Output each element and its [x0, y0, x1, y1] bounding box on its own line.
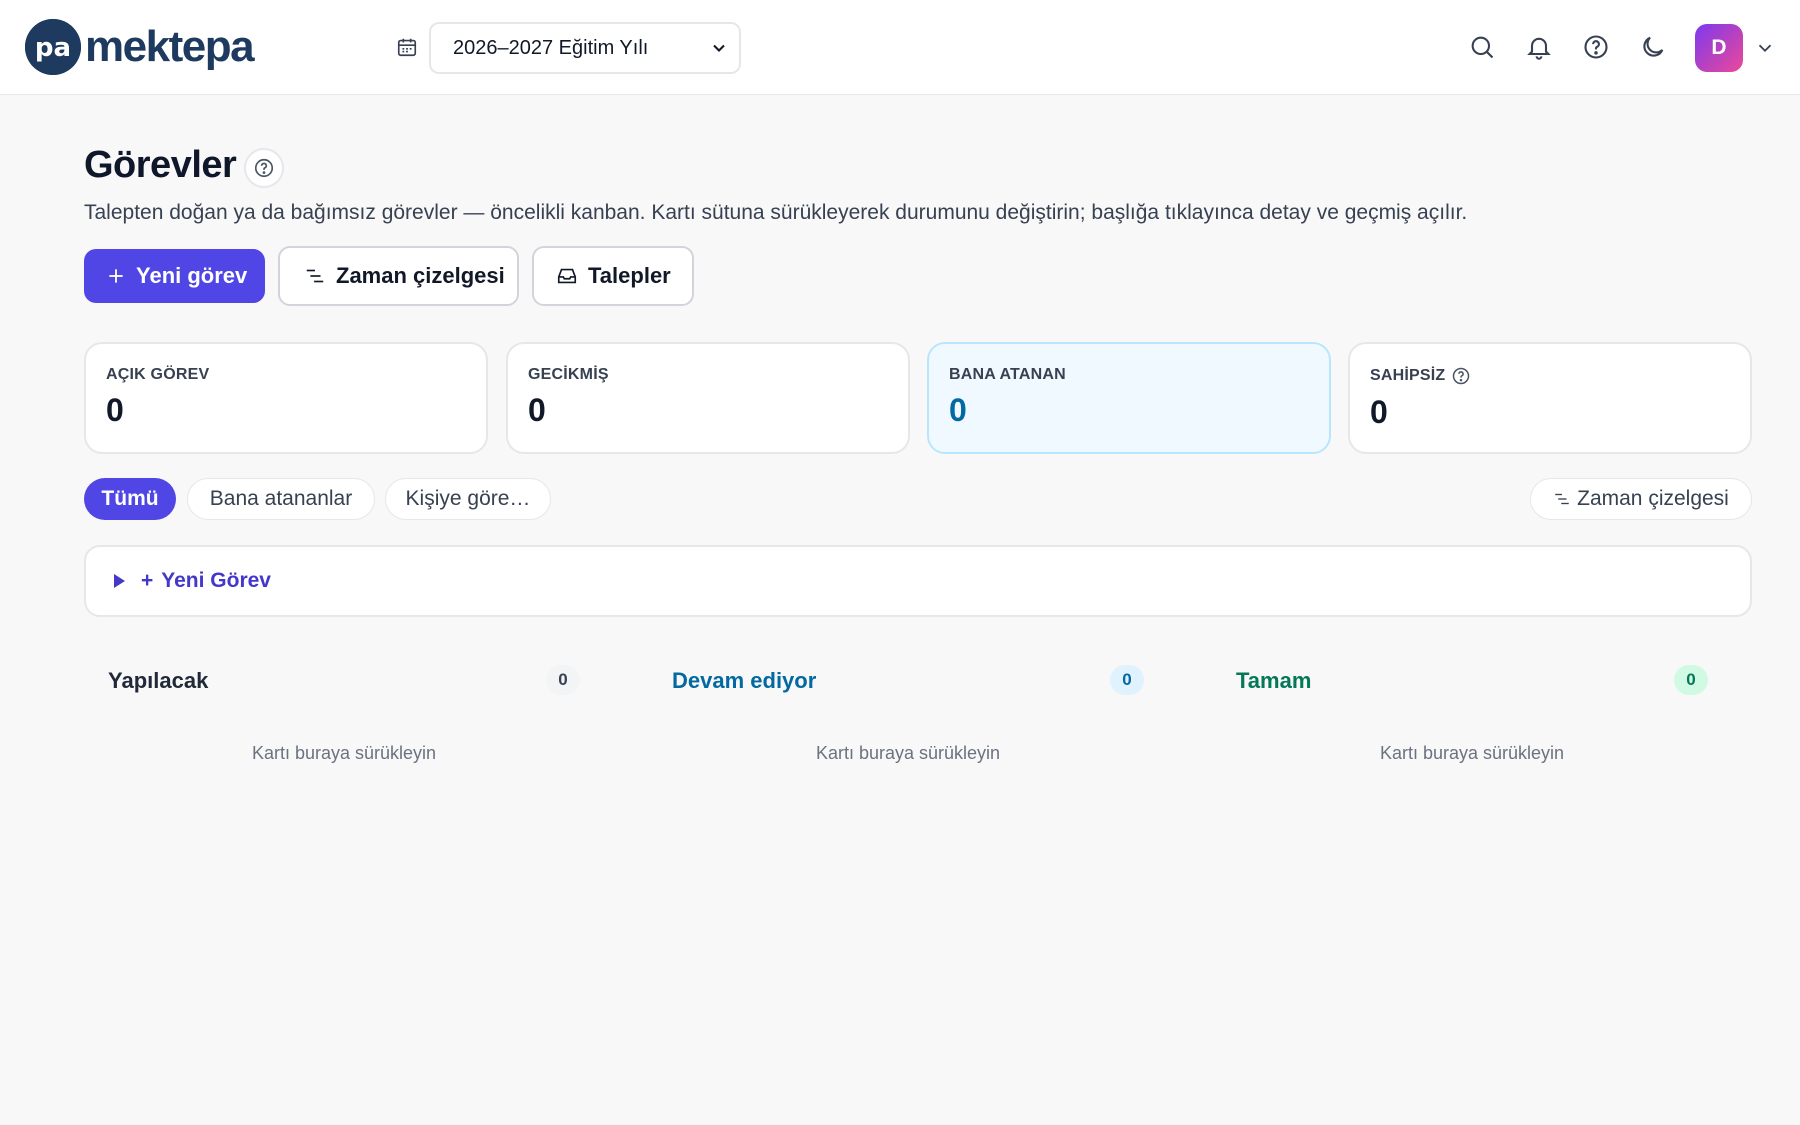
timeline-button[interactable]: Zaman çizelgesi — [278, 246, 519, 306]
brand-name: mektepa — [85, 22, 255, 71]
title-help-button[interactable] — [244, 148, 284, 188]
dark-mode-moon-icon[interactable] — [1639, 33, 1667, 61]
expand-triangle-icon — [114, 574, 125, 588]
logo-mark-icon: pa — [25, 19, 81, 75]
column-drop-hint: Kartı buraya sürükleyin — [251, 743, 437, 763]
column-drop-hint: Kartı buraya sürükleyin — [815, 743, 1001, 763]
plus-icon: + — [141, 569, 154, 592]
search-icon[interactable] — [1468, 33, 1496, 61]
stat-label: BANA ATANAN — [949, 366, 1066, 383]
column-title: Tamam — [1236, 668, 1312, 693]
column-title: Devam ediyor — [672, 668, 817, 693]
column-drop-hint: Kartı buraya sürükleyin — [1379, 743, 1565, 763]
filter-all[interactable]: Tümü — [84, 478, 176, 520]
stat-value: 0 — [1370, 394, 1388, 430]
new-task-label: Yeni görev — [136, 263, 248, 288]
new-task-panel-label: Yeni Görev — [161, 569, 271, 592]
stat-label: AÇIK GÖREV — [106, 366, 210, 383]
column-count-badge: 0 — [546, 665, 580, 695]
timeline-chip[interactable]: Zaman çizelgesi — [1530, 478, 1752, 520]
timeline-label: Zaman çizelgesi — [336, 263, 505, 288]
new-task-button[interactable]: Yeni görev — [84, 249, 265, 303]
top-bar: pa mektepa 2026–2027 Eğitim Yılı D — [0, 0, 1800, 95]
filter-by-person[interactable]: Kişiye göre… — [385, 478, 551, 520]
stat-value: 0 — [949, 392, 967, 428]
column-count-badge: 0 — [1674, 665, 1708, 695]
page-subtitle: Talepten doğan ya da bağımsız görevler —… — [84, 201, 1468, 224]
stat-card-assigned-to-me[interactable]: BANA ATANAN 0 — [927, 342, 1331, 454]
chevron-down-icon[interactable] — [1754, 37, 1776, 59]
stat-value: 0 — [528, 392, 546, 428]
stat-label: GECİKMİŞ — [528, 366, 609, 383]
logo[interactable]: pa mektepa — [25, 19, 255, 75]
stat-card-unowned: SAHİPSİZ 0 — [1348, 342, 1752, 454]
stat-card-open-tasks: AÇIK GÖREV 0 — [84, 342, 488, 454]
help-icon[interactable] — [1451, 366, 1471, 386]
stat-value: 0 — [106, 392, 124, 428]
requests-label: Talepler — [588, 263, 671, 288]
kanban-column-todo[interactable]: Yapılacak 0 Kartı buraya sürükleyin — [84, 660, 604, 770]
user-avatar[interactable]: D — [1695, 24, 1743, 72]
stat-label-row: SAHİPSİZ — [1370, 366, 1730, 386]
page-title: Görevler — [84, 144, 237, 186]
plus-icon — [109, 269, 123, 283]
bell-icon[interactable] — [1525, 33, 1553, 61]
timeline-icon — [1555, 493, 1569, 505]
chevron-down-icon — [713, 44, 725, 52]
timeline-chip-label: Zaman çizelgesi — [1577, 487, 1729, 510]
kanban-column-done[interactable]: Tamam 0 Kartı buraya sürükleyin — [1212, 660, 1732, 770]
school-year-value: 2026–2027 Eğitim Yılı — [453, 36, 649, 59]
inbox-icon — [557, 268, 577, 284]
requests-button[interactable]: Talepler — [532, 246, 694, 306]
column-count-badge: 0 — [1110, 665, 1144, 695]
help-icon[interactable] — [1582, 33, 1610, 61]
filter-assigned-to-me[interactable]: Bana atananlar — [187, 478, 375, 520]
school-year-select[interactable]: 2026–2027 Eğitim Yılı — [429, 22, 741, 74]
new-task-panel-toggle[interactable]: + Yeni Görev — [84, 545, 1752, 617]
stat-card-overdue: GECİKMİŞ 0 — [506, 342, 910, 454]
calendar-icon — [397, 38, 417, 57]
kanban-column-in-progress[interactable]: Devam ediyor 0 Kartı buraya sürükleyin — [648, 660, 1168, 770]
timeline-icon — [306, 269, 324, 283]
svg-text:pa: pa — [35, 33, 71, 63]
column-title: Yapılacak — [108, 668, 209, 693]
help-icon — [254, 158, 274, 178]
stat-label: SAHİPSİZ — [1370, 367, 1446, 384]
